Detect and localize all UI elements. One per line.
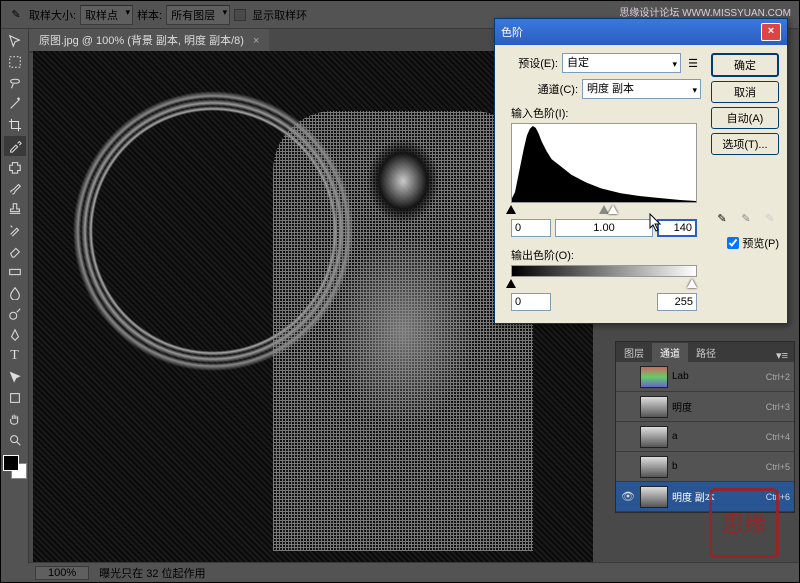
eraser-tool[interactable]	[4, 241, 26, 261]
tab-layers[interactable]: 图层	[616, 343, 652, 362]
auto-button[interactable]: 自动(A)	[711, 107, 779, 129]
channel-name: 明度	[672, 399, 762, 414]
channel-shortcut: Ctrl+2	[766, 372, 790, 382]
preview-checkbox[interactable]	[727, 237, 739, 249]
history-brush-tool[interactable]	[4, 220, 26, 240]
histogram	[511, 123, 697, 203]
seal-stamp: 思缘	[709, 488, 779, 558]
output-gradient	[511, 265, 697, 277]
input-slider[interactable]	[511, 205, 697, 217]
stamp-tool[interactable]	[4, 199, 26, 219]
shape-tool[interactable]	[4, 388, 26, 408]
tab-paths[interactable]: 路径	[688, 343, 724, 362]
black-point-slider[interactable]	[506, 205, 516, 214]
output-slider[interactable]	[511, 279, 697, 291]
input-black-field[interactable]	[511, 219, 551, 237]
cancel-button[interactable]: 取消	[711, 81, 779, 103]
channel-label: 通道(C):	[523, 81, 578, 97]
zoom-tool[interactable]	[4, 430, 26, 450]
black-eyedropper-icon[interactable]: ✎	[713, 209, 731, 227]
ok-button[interactable]: 确定	[711, 53, 779, 77]
output-black-field[interactable]	[511, 293, 551, 311]
sample-size-select[interactable]: 取样点	[80, 5, 133, 25]
channel-shortcut: Ctrl+5	[766, 462, 790, 472]
channel-select[interactable]: 明度 副本	[582, 79, 701, 99]
close-icon[interactable]: ×	[253, 35, 259, 47]
input-gamma-field[interactable]	[555, 219, 653, 237]
input-white-field[interactable]	[657, 219, 697, 237]
channel-row[interactable]: a Ctrl+4	[616, 422, 794, 452]
channel-row[interactable]: b Ctrl+5	[616, 452, 794, 482]
brush-tool[interactable]	[4, 178, 26, 198]
toolbox: T	[1, 29, 29, 564]
preset-menu-icon[interactable]: ☰	[685, 57, 701, 70]
options-button[interactable]: 选项(T)...	[711, 133, 779, 155]
move-tool[interactable]	[4, 31, 26, 51]
dialog-title: 色阶	[501, 24, 523, 40]
eyedropper-tool-icon: ✎	[7, 8, 25, 21]
white-point-slider[interactable]	[608, 205, 618, 214]
show-ring-checkbox[interactable]	[234, 9, 246, 21]
wand-tool[interactable]	[4, 94, 26, 114]
show-ring-label: 显示取样环	[252, 7, 307, 23]
hand-tool[interactable]	[4, 409, 26, 429]
channel-shortcut: Ctrl+3	[766, 402, 790, 412]
dialog-close-button[interactable]: ×	[761, 23, 781, 41]
eyedropper-tool[interactable]	[4, 136, 26, 156]
gray-eyedropper-icon[interactable]: ✎	[737, 209, 755, 227]
mouse-cursor	[649, 213, 663, 233]
document-tab[interactable]: 原图.jpg @ 100% (背景 副本, 明度 副本/8) ×	[29, 29, 269, 53]
channel-thumbnail	[640, 396, 668, 418]
channel-row[interactable]: 明度 Ctrl+3	[616, 392, 794, 422]
zoom-input[interactable]: 100%	[35, 566, 89, 580]
pen-tool[interactable]	[4, 325, 26, 345]
crop-tool[interactable]	[4, 115, 26, 135]
status-text: 曝光只在 32 位起作用	[99, 565, 205, 581]
visibility-icon[interactable]: 👁	[620, 490, 636, 503]
watermark-text: 思缘设计论坛 WWW.MISSYUAN.COM	[619, 4, 791, 19]
document-tab-title: 原图.jpg @ 100% (背景 副本, 明度 副本/8)	[39, 35, 244, 47]
tab-channels[interactable]: 通道	[652, 343, 688, 362]
dialog-titlebar[interactable]: 色阶 ×	[495, 19, 787, 45]
channel-name: a	[672, 431, 762, 442]
sample-size-label: 取样大小:	[29, 7, 76, 23]
channel-name: b	[672, 461, 762, 472]
white-eyedropper-icon[interactable]: ✎	[761, 209, 779, 227]
sample-select[interactable]: 所有图层	[166, 5, 230, 25]
output-black-slider[interactable]	[506, 279, 516, 288]
foreground-color[interactable]	[3, 455, 19, 471]
preset-label: 预设(E):	[503, 55, 558, 71]
channel-name: Lab	[672, 371, 762, 382]
channel-thumbnail	[640, 486, 668, 508]
channel-thumbnail	[640, 426, 668, 448]
eyedropper-group: ✎ ✎ ✎	[713, 209, 779, 227]
lasso-tool[interactable]	[4, 73, 26, 93]
path-select-tool[interactable]	[4, 367, 26, 387]
panel-menu-icon[interactable]: ▾≡	[770, 349, 794, 362]
input-levels-label: 输入色阶(I):	[511, 105, 701, 121]
color-swatches[interactable]	[3, 455, 27, 479]
levels-dialog: 色阶 × 确定 取消 自动(A) 选项(T)... 预设(E): 自定 ☰ 通道…	[494, 18, 788, 324]
channel-thumbnail	[640, 456, 668, 478]
blur-tool[interactable]	[4, 283, 26, 303]
status-bar: 100% 曝光只在 32 位起作用	[29, 562, 799, 582]
type-tool[interactable]: T	[4, 346, 26, 366]
preset-select[interactable]: 自定	[562, 53, 681, 73]
gradient-tool[interactable]	[4, 262, 26, 282]
output-white-slider[interactable]	[687, 279, 697, 288]
channel-shortcut: Ctrl+4	[766, 432, 790, 442]
preview-label: 预览(P)	[742, 235, 779, 251]
marquee-tool[interactable]	[4, 52, 26, 72]
healing-tool[interactable]	[4, 157, 26, 177]
channel-thumbnail	[640, 366, 668, 388]
channel-row[interactable]: Lab Ctrl+2	[616, 362, 794, 392]
dodge-tool[interactable]	[4, 304, 26, 324]
output-white-field[interactable]	[657, 293, 697, 311]
sample-label: 样本:	[137, 7, 162, 23]
